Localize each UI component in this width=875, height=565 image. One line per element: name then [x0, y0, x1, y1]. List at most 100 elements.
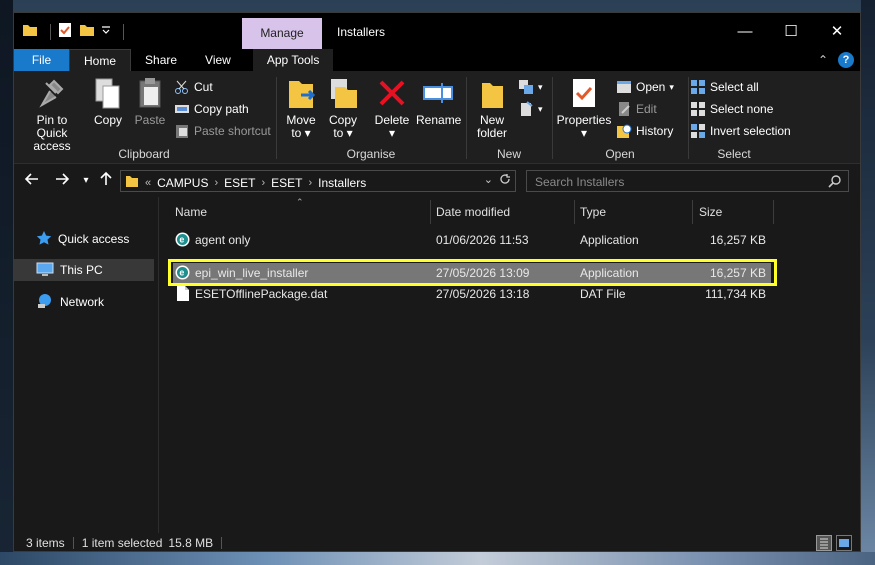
- new-item-button[interactable]: ▾: [518, 77, 543, 97]
- star-icon: [36, 230, 52, 249]
- table-row[interactable]: e agent only 01/06/2026 11:53 Applicatio…: [173, 230, 771, 251]
- properties-button[interactable]: Properties ▾: [556, 77, 612, 140]
- collapse-ribbon-icon[interactable]: ⌃: [818, 53, 828, 67]
- move-to-icon: [285, 77, 317, 111]
- edit-pencil-icon: [616, 101, 632, 117]
- column-header-name[interactable]: Name: [175, 200, 430, 224]
- search-placeholder: Search Installers: [535, 175, 625, 189]
- tab-app-tools[interactable]: App Tools: [252, 49, 334, 71]
- ribbon-divider: [552, 77, 553, 159]
- tab-share[interactable]: Share: [131, 49, 191, 71]
- breadcrumb-item[interactable]: Installers: [318, 176, 366, 190]
- forward-arrow-icon[interactable]: [52, 171, 72, 191]
- column-divider[interactable]: [773, 200, 774, 224]
- close-button[interactable]: ✕: [814, 13, 860, 49]
- copy-to-label-line1: Copy: [328, 113, 357, 127]
- address-row: ▾ « CAMPUS › ESET › ESET › Installers ⌄: [14, 165, 860, 197]
- window-title: Installers: [337, 25, 386, 39]
- properties-label: Properties: [556, 113, 612, 127]
- maximize-button[interactable]: ☐: [768, 13, 814, 49]
- select-none-button[interactable]: Select none: [690, 99, 773, 119]
- file-explorer-window: Manage Installers — ☐ ✕ File Home Share …: [13, 12, 861, 552]
- recent-locations-chevron-icon[interactable]: ▾: [76, 171, 96, 191]
- chevron-right-icon[interactable]: ›: [309, 177, 313, 189]
- svg-text:e: e: [179, 235, 184, 245]
- properties-check-icon[interactable]: [57, 22, 73, 41]
- new-group-label: New: [496, 147, 521, 161]
- tab-home[interactable]: Home: [69, 49, 132, 71]
- large-icons-view-icon[interactable]: [836, 535, 852, 551]
- copy-button[interactable]: Copy: [90, 77, 126, 127]
- easy-access-button[interactable]: ▾: [518, 99, 543, 119]
- breadcrumb-item[interactable]: ESET: [271, 176, 302, 190]
- invert-selection-icon: [690, 123, 706, 139]
- refresh-icon[interactable]: [499, 173, 511, 190]
- delete-button[interactable]: Delete ▾: [372, 77, 412, 140]
- file-name: epi_win_live_installer: [195, 266, 309, 280]
- paste-label: Paste: [134, 113, 166, 127]
- status-selected-count: 1 item selected: [81, 536, 163, 550]
- ribbon-tabs: File Home Share View App Tools ⌃ ?: [14, 49, 860, 71]
- breadcrumb-item[interactable]: ESET: [224, 176, 255, 190]
- copy-to-button[interactable]: Copy to ▾: [324, 77, 362, 140]
- chevron-right-icon[interactable]: ›: [214, 177, 218, 189]
- file-type: DAT File: [580, 287, 626, 301]
- column-divider[interactable]: [574, 200, 575, 224]
- open-button[interactable]: Open ▾: [616, 77, 674, 97]
- column-divider[interactable]: [430, 200, 431, 224]
- select-none-icon: [690, 101, 706, 117]
- qat-customize-icon[interactable]: [101, 22, 111, 41]
- back-arrow-icon[interactable]: [22, 171, 42, 191]
- select-group-label: Select: [717, 147, 751, 161]
- column-header-type[interactable]: Type: [580, 200, 692, 224]
- search-icon[interactable]: [828, 174, 842, 191]
- edit-button[interactable]: Edit: [616, 99, 657, 119]
- nav-item-this-pc[interactable]: This PC: [14, 259, 154, 281]
- move-to-label-line2: to: [291, 126, 302, 140]
- copy-path-icon: [174, 101, 190, 117]
- table-row[interactable]: ESETOfflinePackage.dat 27/05/2026 13:18 …: [173, 284, 771, 305]
- move-to-button[interactable]: Move to ▾: [282, 77, 320, 140]
- column-header-size[interactable]: Size: [699, 200, 773, 224]
- new-folder-icon[interactable]: [79, 22, 95, 41]
- rename-label: Rename: [416, 113, 462, 127]
- up-arrow-icon[interactable]: [96, 171, 116, 191]
- history-button[interactable]: History: [616, 121, 673, 141]
- new-folder-button[interactable]: New folder: [472, 77, 512, 140]
- delete-label: Delete: [374, 113, 410, 127]
- paste-icon: [134, 77, 166, 111]
- rename-button[interactable]: Rename: [416, 77, 462, 127]
- invert-selection-button[interactable]: Invert selection: [690, 121, 791, 141]
- column-header-date[interactable]: Date modified: [436, 200, 574, 224]
- copy-path-button[interactable]: Copy path: [174, 99, 249, 119]
- search-input[interactable]: Search Installers: [526, 170, 849, 192]
- breadcrumb-overflow[interactable]: «: [145, 177, 151, 189]
- nav-item-label: Quick access: [58, 232, 130, 246]
- nav-item-network[interactable]: Network: [14, 291, 154, 313]
- help-icon[interactable]: ?: [838, 52, 854, 68]
- delete-x-icon: [376, 77, 408, 111]
- select-none-label: Select none: [710, 102, 774, 116]
- select-all-button[interactable]: Select all: [690, 77, 759, 97]
- organise-group: Move to ▾ Copy to ▾ Delete ▾ Rename Orga…: [278, 71, 464, 164]
- ribbon-tab-controls: ⌃ ?: [818, 52, 854, 68]
- paste-button[interactable]: Paste: [130, 77, 170, 127]
- tab-manage[interactable]: Manage: [242, 18, 322, 49]
- column-divider[interactable]: [692, 200, 693, 224]
- address-dropdown-icon[interactable]: ⌄: [484, 173, 493, 186]
- tab-file[interactable]: File: [14, 49, 69, 71]
- navigation-pane: Quick access This PC Network: [14, 197, 162, 533]
- address-bar[interactable]: « CAMPUS › ESET › ESET › Installers ⌄: [120, 170, 516, 192]
- paste-shortcut-button[interactable]: Paste shortcut: [174, 121, 271, 141]
- nav-item-quick-access[interactable]: Quick access: [14, 228, 154, 250]
- chevron-right-icon[interactable]: ›: [261, 177, 265, 189]
- folder-icon: [125, 174, 139, 191]
- eset-app-icon: e: [175, 265, 190, 283]
- breadcrumb-item[interactable]: CAMPUS: [157, 176, 208, 190]
- minimize-button[interactable]: —: [722, 13, 768, 49]
- tab-view[interactable]: View: [191, 49, 245, 71]
- details-view-icon[interactable]: [816, 535, 832, 551]
- pin-to-quick-access-button[interactable]: Pin to Quick access: [20, 77, 84, 153]
- cut-button[interactable]: Cut: [174, 77, 213, 97]
- table-row[interactable]: e epi_win_live_installer 27/05/2026 13:0…: [173, 263, 771, 284]
